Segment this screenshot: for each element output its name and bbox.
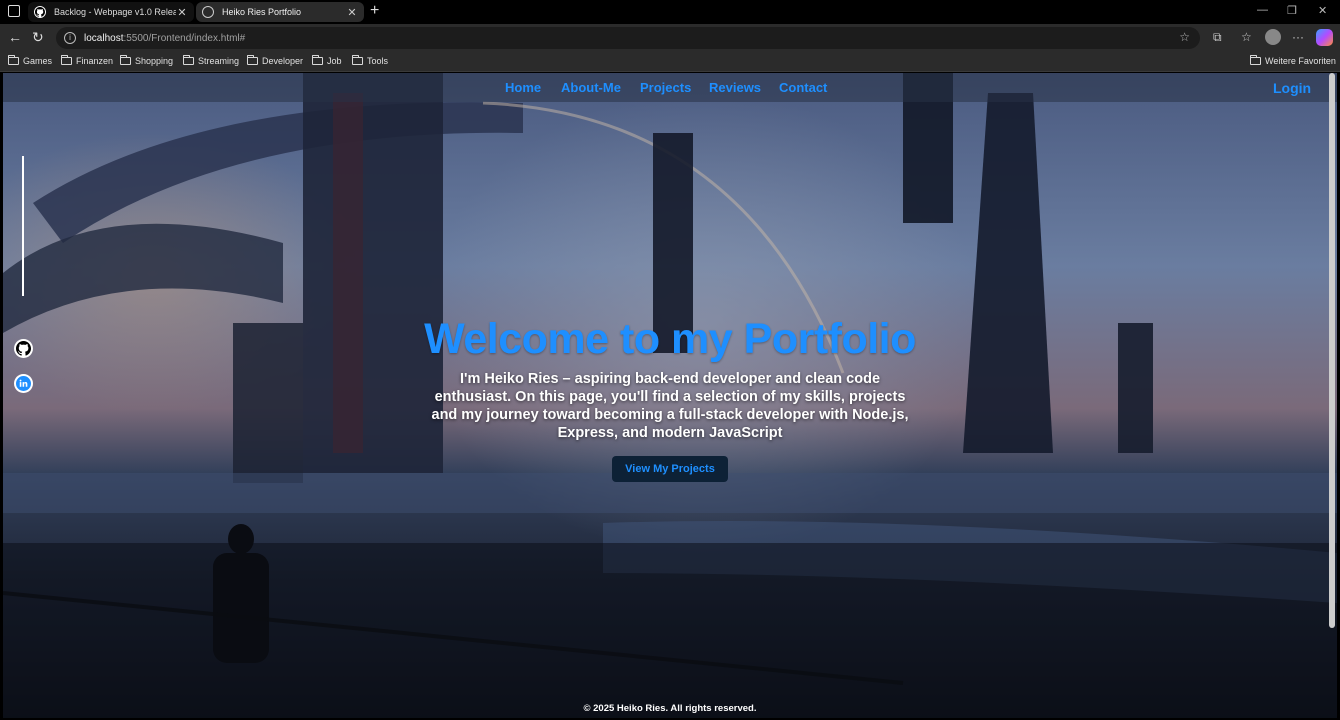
profile-avatar-icon[interactable] xyxy=(1265,29,1281,45)
folder-icon xyxy=(352,55,363,65)
extensions-icon[interactable]: ⧉ xyxy=(1213,30,1222,45)
new-tab-icon[interactable]: + xyxy=(370,2,379,20)
copilot-icon[interactable] xyxy=(1316,29,1333,46)
bookmark-games[interactable]: Games xyxy=(8,55,52,66)
minimize-icon[interactable]: — xyxy=(1257,4,1268,16)
nav-contact[interactable]: Contact xyxy=(779,80,827,95)
folder-icon xyxy=(312,55,323,65)
scrollbar[interactable] xyxy=(1329,73,1335,628)
folder-icon xyxy=(120,55,131,65)
url-input[interactable]: i localhost:5500/Frontend/index.html# ☆ xyxy=(56,27,1200,49)
tab-title: Heiko Ries Portfolio xyxy=(222,7,302,17)
bookmark-other-favorites[interactable]: Weitere Favoriten xyxy=(1250,55,1336,66)
back-icon[interactable]: ← xyxy=(8,29,22,45)
info-icon[interactable]: i xyxy=(64,32,76,44)
page-viewport: Home About-Me Projects Reviews Contact L… xyxy=(3,73,1337,718)
nav-reviews[interactable]: Reviews xyxy=(709,80,761,95)
tab-backlog[interactable]: Backlog - Webpage v1.0 Release | ✕ xyxy=(28,2,194,22)
bookmark-streaming[interactable]: Streaming xyxy=(183,55,239,66)
side-divider xyxy=(22,156,24,296)
hero-title: Welcome to my Portfolio xyxy=(424,315,916,363)
url-host: localhost xyxy=(84,32,124,44)
more-menu-icon[interactable]: ··· xyxy=(1292,30,1304,44)
bookmark-tools[interactable]: Tools xyxy=(352,55,388,66)
window-menu-icon[interactable] xyxy=(8,5,20,17)
folder-icon xyxy=(183,55,194,65)
github-icon xyxy=(34,6,46,18)
login-link[interactable]: Login xyxy=(1273,80,1311,96)
bookmark-shopping[interactable]: Shopping xyxy=(120,55,173,66)
nav-home[interactable]: Home xyxy=(505,80,541,95)
folder-icon xyxy=(8,55,19,65)
close-tab-icon[interactable]: ✕ xyxy=(346,6,358,19)
star-icon[interactable]: ☆ xyxy=(1179,30,1190,44)
nav-about-me[interactable]: About-Me xyxy=(561,80,621,95)
bookmark-job[interactable]: Job xyxy=(312,55,342,66)
footer-copyright: © 2025 Heiko Ries. All rights reserved. xyxy=(583,703,757,714)
url-path: :5500/Frontend/index.html# xyxy=(123,32,246,44)
close-window-icon[interactable]: ✕ xyxy=(1318,4,1327,17)
address-bar-row: ← ↻ i localhost:5500/Frontend/index.html… xyxy=(0,24,1340,52)
tab-portfolio[interactable]: Heiko Ries Portfolio ✕ xyxy=(196,2,364,22)
hero-section: Welcome to my Portfolio I'm Heiko Ries –… xyxy=(3,315,1337,482)
folder-icon xyxy=(1250,55,1261,65)
bookmark-developer[interactable]: Developer xyxy=(247,55,303,66)
nav-projects[interactable]: Projects xyxy=(640,80,691,95)
tab-bar: Backlog - Webpage v1.0 Release | ✕ Heiko… xyxy=(0,0,1340,24)
top-navbar: Home About-Me Projects Reviews Contact L… xyxy=(3,73,1337,102)
bookmark-finanzen[interactable]: Finanzen xyxy=(61,55,113,66)
reload-icon[interactable]: ↻ xyxy=(32,29,44,46)
restore-icon[interactable]: ❐ xyxy=(1287,4,1297,17)
close-tab-icon[interactable]: ✕ xyxy=(176,6,188,19)
folder-icon xyxy=(61,55,72,65)
globe-icon xyxy=(202,6,214,18)
hero-description: I'm Heiko Ries – aspiring back-end devel… xyxy=(431,371,909,441)
bookmarks-bar: Games Finanzen Shopping Streaming Develo… xyxy=(0,52,1340,72)
folder-icon xyxy=(247,55,258,65)
tab-title: Backlog - Webpage v1.0 Release | xyxy=(54,7,176,17)
view-projects-button[interactable]: View My Projects xyxy=(612,456,728,482)
favorites-icon[interactable]: ☆ xyxy=(1241,30,1252,44)
